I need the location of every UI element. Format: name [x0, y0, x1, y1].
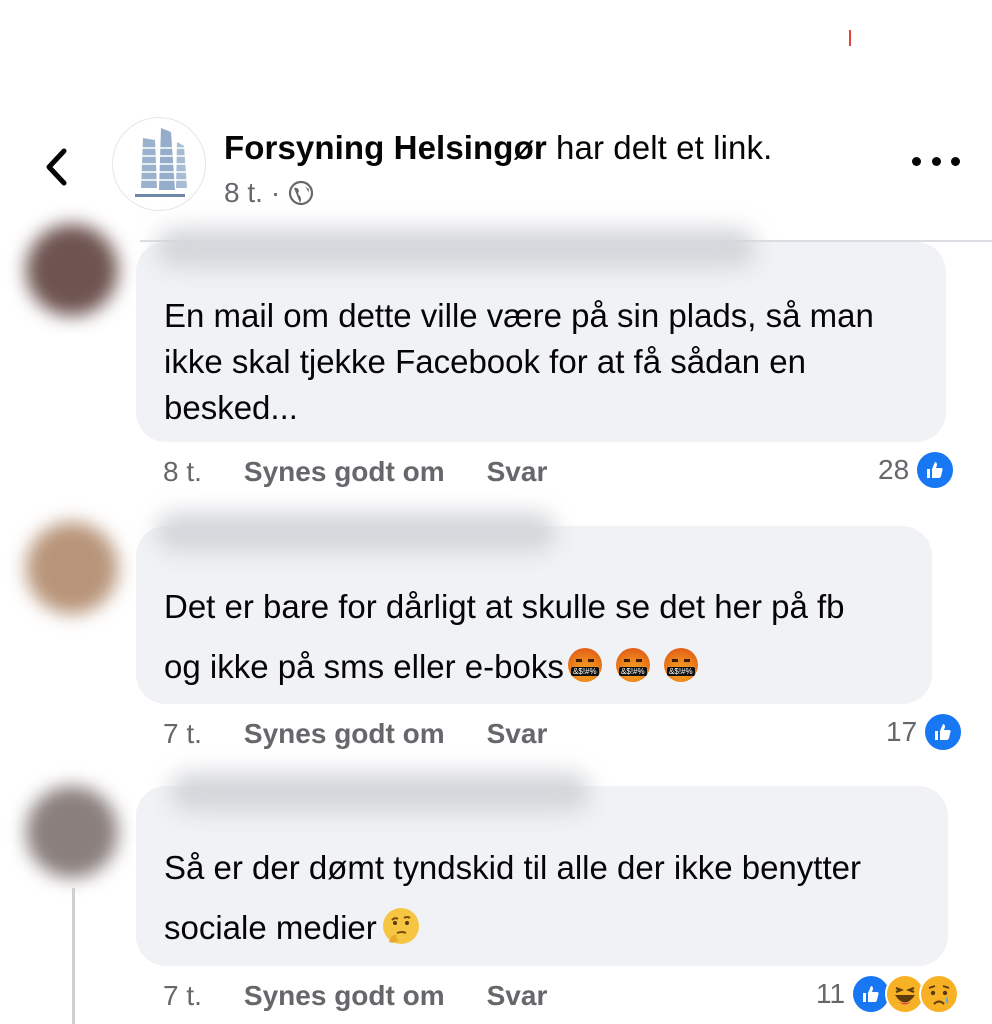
more-dot [931, 156, 941, 166]
comment-text-line: Så er der dømt tyndskid til alle der ikk… [164, 849, 861, 886]
commenter-avatar[interactable] [26, 522, 118, 614]
angry-cursing-emoji: &$!#% [567, 648, 602, 683]
comment-item: En mail om dette ville være på sin plads… [0, 200, 992, 500]
more-options-button[interactable] [912, 149, 960, 173]
status-bar-indicator [849, 30, 851, 46]
like-button[interactable]: Synes godt om [244, 718, 445, 750]
comment-actions: 7 t. Synes godt om Svar [163, 980, 547, 1012]
comment-text-segment: og ikke på sms eller e-boks [164, 648, 564, 685]
chevron-left-icon [46, 148, 67, 186]
comment-text-line: Det er bare for dårligt at skulle se det… [164, 588, 845, 625]
comment-time[interactable]: 7 t. [163, 980, 202, 1012]
emoji-symbols: &$!#% [570, 667, 599, 677]
emoji-symbols: &$!#% [618, 667, 647, 677]
comment-bubble: Så er der dømt tyndskid til alle der ikk… [136, 772, 948, 966]
comment-item: Det er bare for dårligt at skulle se det… [0, 500, 992, 762]
comment-text-line: besked... [164, 389, 298, 426]
commenter-name-redacted [156, 228, 756, 268]
reaction-count: 28 [878, 454, 910, 485]
reaction-count: 17 [886, 716, 918, 747]
commenter-name-redacted [156, 512, 556, 552]
comment-text-line: En mail om dette ville være på sin plads… [164, 297, 874, 334]
reaction-summary[interactable]: 28 [878, 450, 956, 490]
reply-button[interactable]: Svar [487, 980, 548, 1012]
like-button[interactable]: Synes godt om [244, 456, 445, 488]
commenter-avatar[interactable] [26, 786, 118, 878]
comment-text-line: sociale medier [164, 905, 419, 951]
angry-cursing-emoji: &$!#% [663, 648, 698, 683]
reply-thread-line [72, 888, 75, 1024]
reply-button[interactable]: Svar [487, 718, 548, 750]
commenter-avatar[interactable] [26, 224, 118, 316]
more-dot [951, 156, 960, 166]
more-options-icon [912, 156, 921, 166]
page-avatar[interactable] [112, 117, 206, 211]
comment-bubble: En mail om dette ville være på sin plads… [136, 228, 946, 442]
reply-button[interactable]: Svar [487, 456, 548, 488]
reaction-summary[interactable]: 17 [886, 712, 964, 752]
post-action-text: har delt et link. [546, 129, 773, 166]
page-name-link[interactable]: Forsyning Helsingør [224, 129, 547, 166]
back-button[interactable] [36, 145, 76, 189]
thinking-face-emoji [382, 908, 419, 945]
reaction-summary[interactable]: 11 [816, 974, 960, 1014]
comment-text-line: og ikke på sms eller e-boks &$!#% &$!#% &$!… [164, 644, 698, 690]
comment-bubble: Det er bare for dårligt at skulle se det… [136, 512, 932, 704]
emoji-symbols: &$!#% [666, 667, 695, 677]
comment-actions: 8 t. Synes godt om Svar [163, 456, 547, 488]
comment-text-segment: sociale medier [164, 909, 377, 946]
comment-time[interactable]: 7 t. [163, 718, 202, 750]
comment-time[interactable]: 8 t. [163, 456, 202, 488]
sad-reaction-icon [919, 974, 960, 1014]
commenter-name-redacted [170, 772, 590, 812]
like-reaction-icon [915, 450, 956, 490]
like-button[interactable]: Synes godt om [244, 980, 445, 1012]
comment-text-line: ikke skal tjekke Facebook for at få såda… [164, 343, 807, 380]
comment-item: Så er der dømt tyndskid til alle der ikk… [0, 762, 992, 1024]
reaction-count: 11 [816, 978, 846, 1009]
like-reaction-icon [923, 712, 964, 752]
angry-cursing-emoji: &$!#% [615, 648, 650, 683]
post-title: Forsyning Helsingør har delt et link. [224, 129, 772, 167]
sailing-ship-logo [135, 128, 191, 197]
comment-actions: 7 t. Synes godt om Svar [163, 718, 547, 750]
